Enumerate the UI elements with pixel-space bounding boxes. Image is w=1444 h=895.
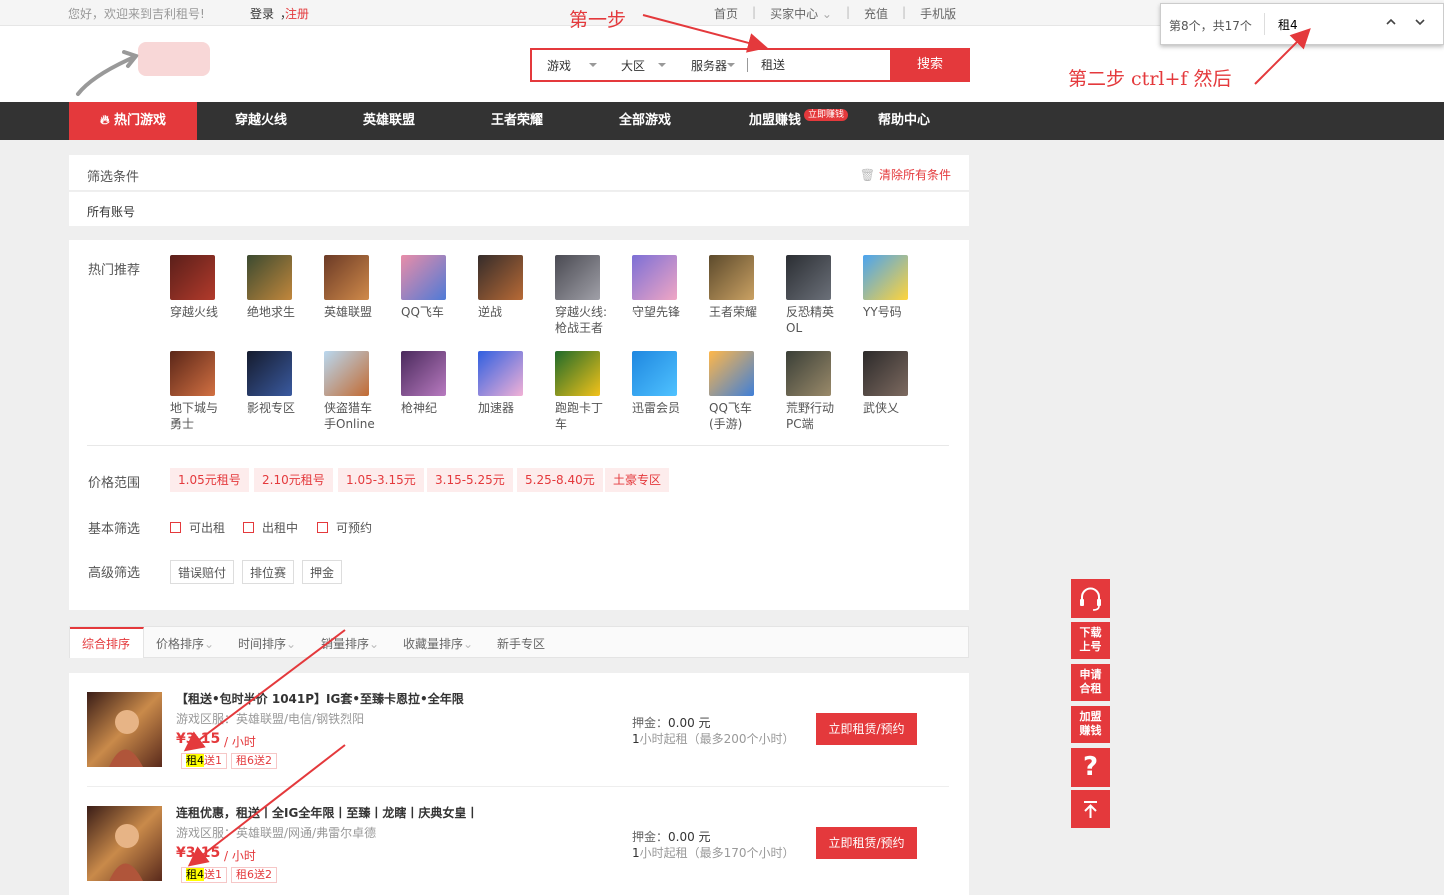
annotation-arrows <box>183 14 1311 867</box>
